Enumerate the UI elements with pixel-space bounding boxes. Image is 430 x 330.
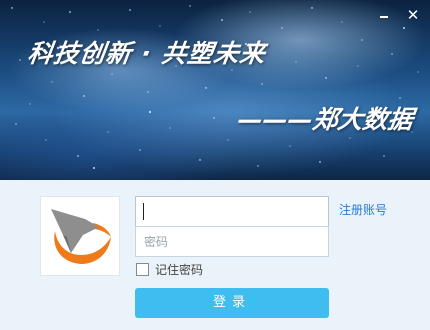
login-button[interactable]: 登录 (135, 288, 329, 318)
close-icon: ✕ (406, 6, 420, 24)
remember-password-checkbox[interactable] (136, 263, 149, 276)
avatar (40, 196, 120, 276)
close-button[interactable]: ✕ (404, 6, 422, 24)
text-caret (143, 203, 144, 220)
register-account-link[interactable]: 注册账号 (339, 201, 387, 218)
password-field[interactable] (135, 226, 329, 257)
minimize-icon (380, 16, 388, 18)
slogan-text: 科技创新 · 共塑未来 (25, 39, 268, 68)
login-window: 科技创新 · 共塑未来 ———郑大数据 ✕ 注册账号 记住密码 登录 (0, 0, 430, 330)
minimize-button[interactable] (375, 6, 393, 24)
orange-swoosh-logo-icon (51, 209, 111, 264)
signature-text: ———郑大数据 (235, 105, 415, 134)
banner-image: 科技创新 · 共塑未来 ———郑大数据 ✕ (0, 0, 430, 180)
username-field[interactable] (135, 196, 329, 227)
remember-password-option[interactable]: 记住密码 (136, 261, 203, 278)
starfield-background (11, 5, 419, 169)
remember-password-label: 记住密码 (155, 263, 204, 277)
